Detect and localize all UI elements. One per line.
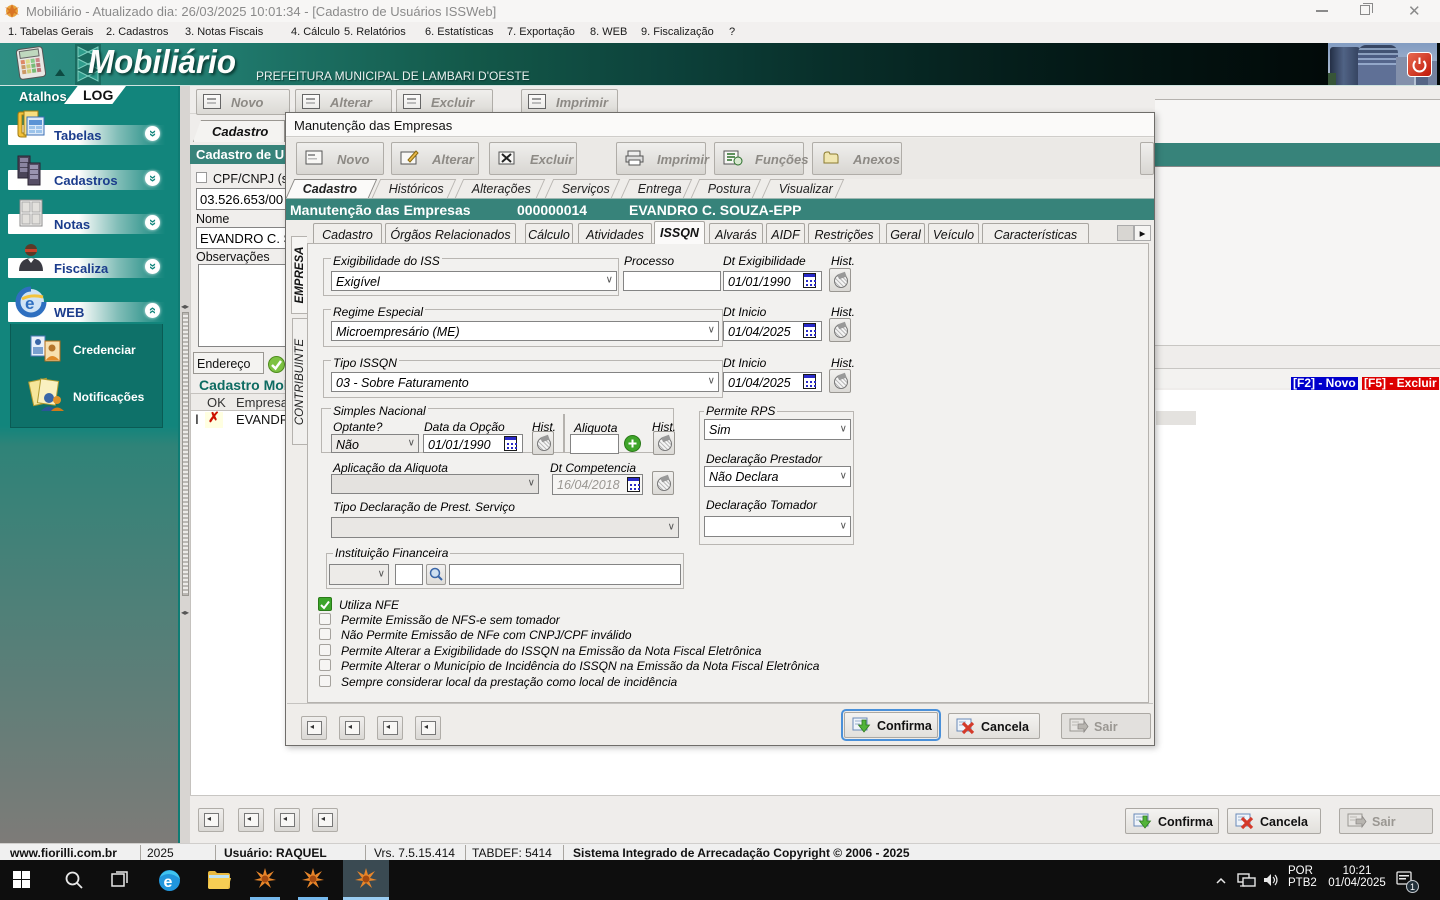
svg-text:e: e — [164, 874, 173, 891]
svg-text:e: e — [25, 294, 34, 313]
